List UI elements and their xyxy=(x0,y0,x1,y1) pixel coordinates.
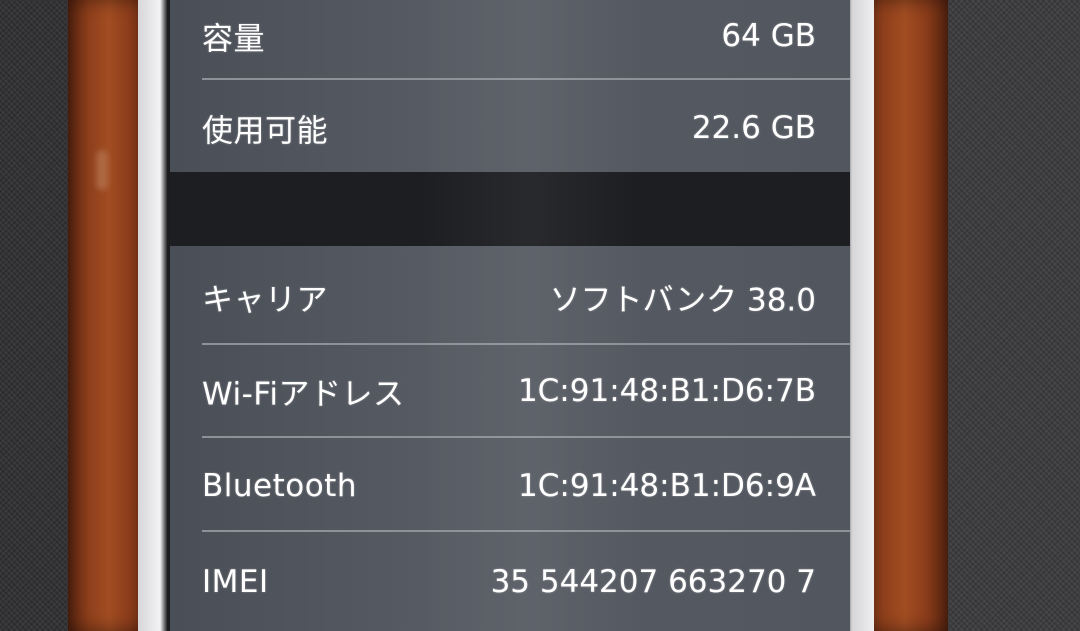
network-group: キャリア ソフトバンク 38.0 Wi-Fiアドレス 1C:91:48:B1:D… xyxy=(170,246,850,631)
imei-label: IMEI xyxy=(202,564,269,600)
available-row: 使用可能 22.6 GB xyxy=(170,82,850,174)
carrier-label: キャリア xyxy=(202,282,328,319)
divider xyxy=(202,530,850,532)
wifi-address-row: Wi-Fiアドレス 1C:91:48:B1:D6:7B xyxy=(170,345,850,437)
bluetooth-label: Bluetooth xyxy=(202,468,357,504)
bluetooth-value: 1C:91:48:B1:D6:9A xyxy=(518,468,816,504)
wifi-address-value: 1C:91:48:B1:D6:7B xyxy=(517,373,816,409)
photo-scene: 容量 64 GB 使用可能 22.6 GB キャリア ソフトバンク 38.0 W… xyxy=(0,0,1080,631)
available-value: 22.6 GB xyxy=(691,110,816,146)
capacity-label: 容量 xyxy=(202,21,265,58)
bluetooth-row: Bluetooth 1C:91:48:B1:D6:9A xyxy=(170,440,850,532)
divider xyxy=(202,78,850,80)
divider xyxy=(202,436,850,438)
imei-value: 35 544207 663270 7 xyxy=(490,564,816,600)
available-label: 使用可能 xyxy=(202,113,328,150)
storage-group: 容量 64 GB 使用可能 22.6 GB xyxy=(170,0,850,172)
imei-row: IMEI 35 544207 663270 7 xyxy=(170,536,850,628)
capacity-value: 64 GB xyxy=(721,18,816,54)
capacity-row: 容量 64 GB xyxy=(170,0,850,82)
carrier-value: ソフトバンク 38.0 xyxy=(549,282,816,319)
section-gap xyxy=(170,172,850,246)
wifi-address-label: Wi-Fiアドレス xyxy=(202,376,405,413)
fabric-background-right xyxy=(945,0,1080,631)
carrier-row[interactable]: キャリア ソフトバンク 38.0 xyxy=(170,251,850,343)
leather-case-right xyxy=(862,0,948,631)
about-screen: 容量 64 GB 使用可能 22.6 GB キャリア ソフトバンク 38.0 W… xyxy=(170,0,850,631)
